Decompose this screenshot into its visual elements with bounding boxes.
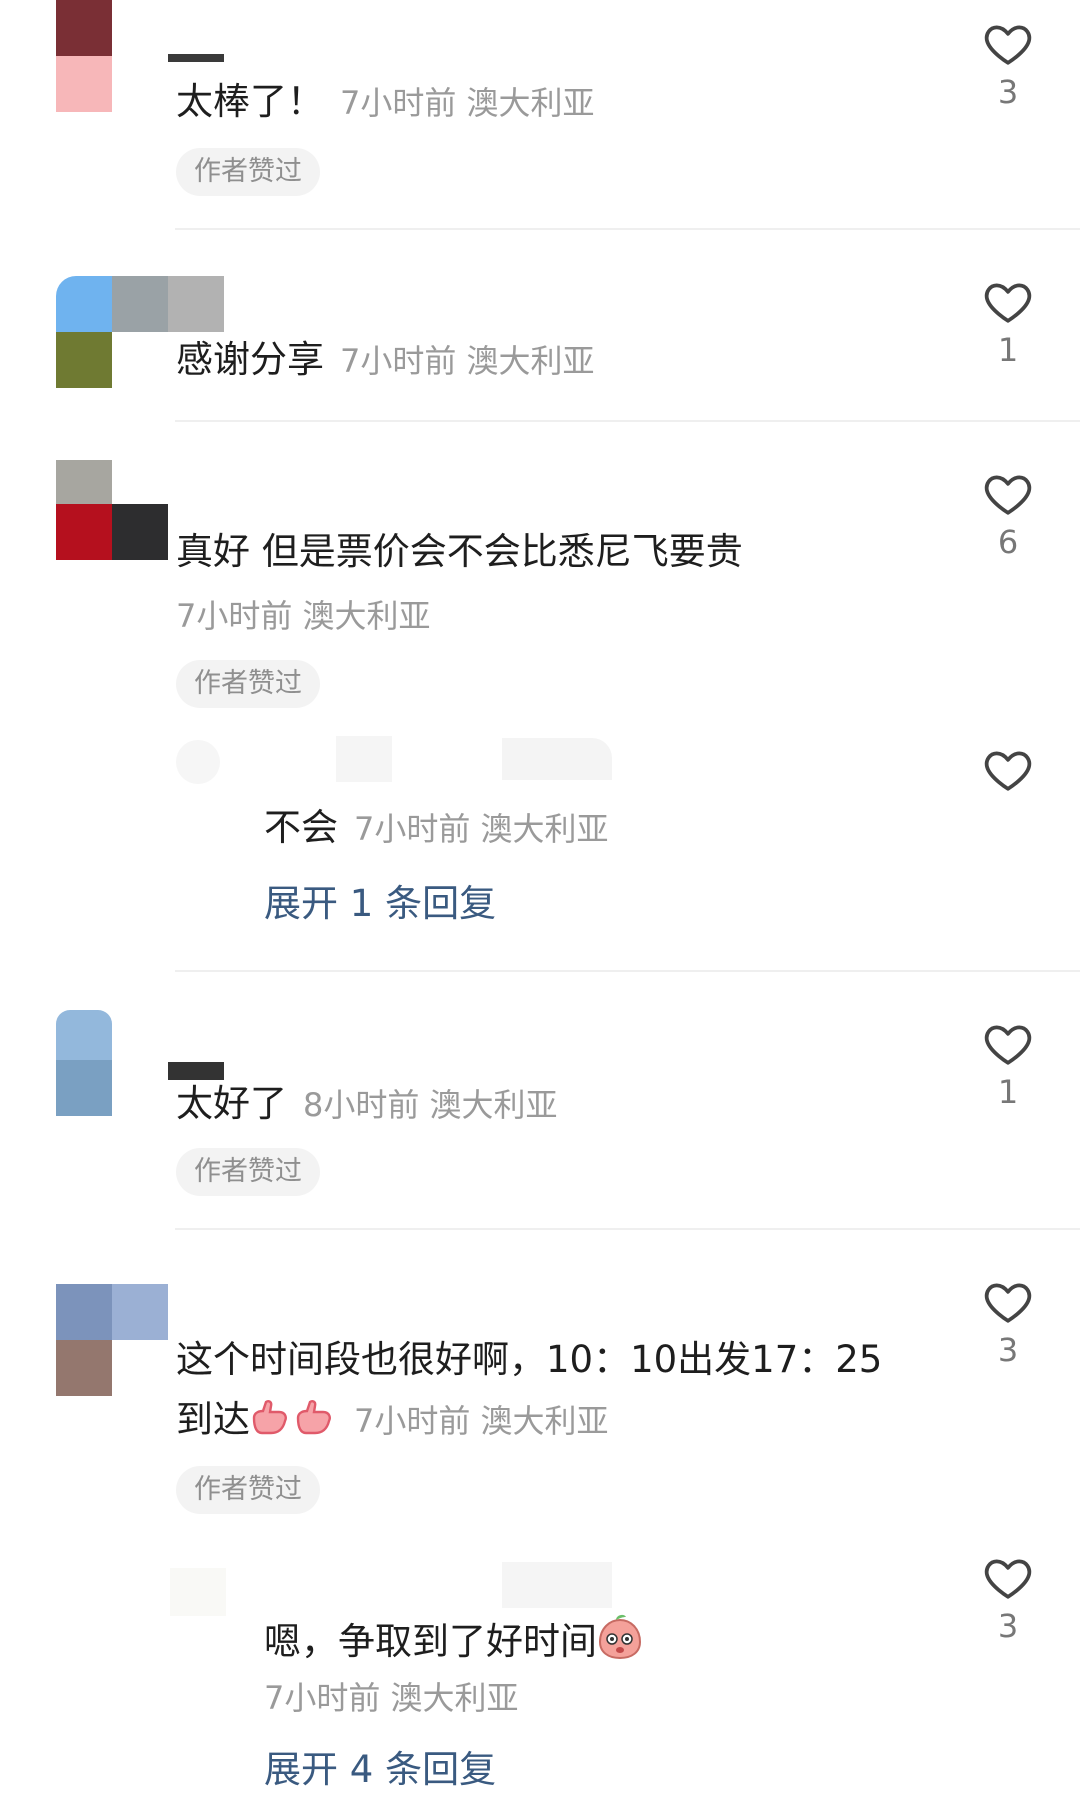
reply-meta: 7小时前 澳大利亚: [264, 1679, 519, 1717]
thumbs-up-emoji: [294, 1398, 338, 1450]
comment-text[interactable]: 这个时间段也很好啊，10：10出发17：25: [176, 1336, 882, 1384]
heart-outline-icon: [984, 1559, 1032, 1599]
divider: [175, 1228, 1080, 1230]
divider: [175, 228, 1080, 230]
peach-face-emoji: [597, 1612, 643, 1672]
author-liked-badge: 作者赞过: [176, 660, 320, 708]
reply-username-blur[interactable]: [502, 738, 612, 780]
heart-outline-icon: [984, 25, 1032, 65]
comment-text[interactable]: 太棒了！ 7小时前 澳大利亚: [176, 78, 595, 127]
like-count: 3: [997, 1331, 1019, 1369]
reply-username-blur[interactable]: [336, 736, 392, 782]
heart-outline-icon: [984, 751, 1032, 791]
like-count: 6: [997, 523, 1019, 561]
avatar[interactable]: [56, 0, 112, 112]
reply-text[interactable]: 嗯，争取到了好时间: [264, 1612, 643, 1672]
comment-meta: 7小时前 澳大利亚: [340, 84, 595, 122]
reply-text[interactable]: 不会 7小时前 澳大利亚: [264, 804, 609, 853]
avatar[interactable]: [56, 1010, 112, 1116]
like-count: 3: [997, 1607, 1019, 1645]
comment-meta: 8小时前 澳大利亚: [303, 1086, 558, 1124]
divider: [175, 420, 1080, 422]
like-count: 3: [997, 73, 1019, 111]
author-liked-badge: 作者赞过: [176, 1148, 320, 1196]
like-count: 1: [997, 331, 1019, 369]
like-button[interactable]: 1: [978, 1020, 1038, 1112]
reply-meta: 7小时前 澳大利亚: [354, 810, 609, 848]
comment-text[interactable]: 真好 但是票价会不会比悉尼飞要贵: [176, 528, 743, 576]
reply-username-blur[interactable]: [502, 1562, 612, 1608]
comment-meta: 7小时前 澳大利亚: [176, 597, 431, 635]
comment-text-line2[interactable]: 到达 7小时前 澳大利亚: [176, 1396, 609, 1450]
comment-meta: 7小时前 澳大利亚: [354, 1402, 609, 1440]
username-blur[interactable]: [168, 54, 224, 62]
expand-replies-link[interactable]: 展开 4 条回复: [264, 1746, 496, 1794]
comment-text[interactable]: 太好了 8小时前 澳大利亚: [176, 1080, 558, 1129]
heart-outline-icon: [984, 1025, 1032, 1065]
like-count: 1: [997, 1073, 1019, 1111]
author-liked-badge: 作者赞过: [176, 148, 320, 196]
divider: [175, 970, 1080, 972]
like-button[interactable]: 1: [978, 278, 1038, 370]
heart-outline-icon: [984, 1283, 1032, 1323]
like-button[interactable]: 3: [978, 20, 1038, 112]
expand-replies-link[interactable]: 展开 1 条回复: [264, 880, 496, 928]
username-blur[interactable]: [168, 1062, 224, 1080]
comment-text[interactable]: 感谢分享 7小时前 澳大利亚: [176, 336, 595, 385]
author-liked-badge: 作者赞过: [176, 1466, 320, 1514]
thumbs-up-emoji: [250, 1398, 294, 1450]
reply-avatar[interactable]: [170, 1568, 226, 1616]
avatar[interactable]: [56, 460, 168, 560]
heart-outline-icon: [984, 475, 1032, 515]
like-button[interactable]: 6: [978, 470, 1038, 562]
like-button[interactable]: 3: [978, 1278, 1038, 1370]
reply-avatar[interactable]: [176, 740, 220, 784]
like-button[interactable]: [978, 746, 1038, 792]
comment-meta: 7小时前 澳大利亚: [340, 342, 595, 380]
heart-outline-icon: [984, 283, 1032, 323]
like-button[interactable]: 3: [978, 1554, 1038, 1646]
avatar[interactable]: [56, 1284, 168, 1396]
